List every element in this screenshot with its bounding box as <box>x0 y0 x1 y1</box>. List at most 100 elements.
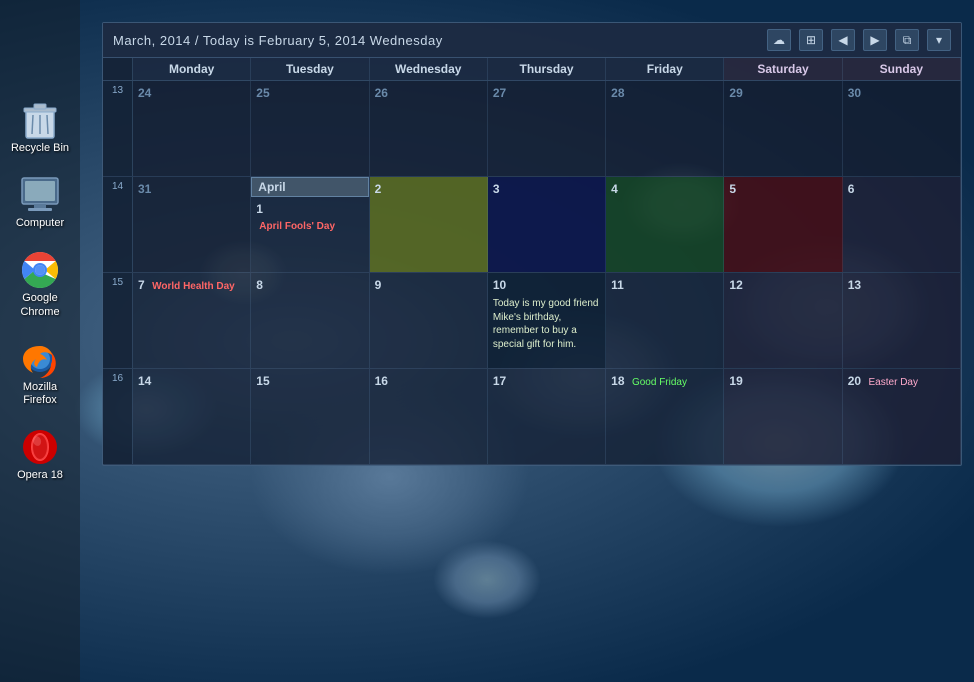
window-icon: ⧉ <box>903 33 912 48</box>
date-apr4: 4 <box>611 182 618 196</box>
date-30: 30 <box>848 86 861 100</box>
week-num-13: 13 <box>103 81 133 176</box>
cal-cell-feb25[interactable]: 25 <box>251 81 369 176</box>
date-apr2: 2 <box>375 182 382 196</box>
next-button[interactable]: ▶ <box>863 29 887 51</box>
date-apr18: 18 <box>611 374 624 388</box>
cal-cell-apr18[interactable]: 18 Good Friday <box>606 369 724 464</box>
date-apr10: 10 <box>493 278 506 292</box>
computer-graphic <box>20 175 60 215</box>
date-apr16: 16 <box>375 374 388 388</box>
date-feb24: 24 <box>138 86 151 100</box>
cal-cell-apr16[interactable]: 16 <box>370 369 488 464</box>
event-world-health-day: World Health Day <box>149 280 238 293</box>
taskbar: Recycle Bin Computer <box>0 0 80 682</box>
event-mike-birthday: Today is my good friend Mike's birthday,… <box>493 297 600 351</box>
cal-cell-apr15[interactable]: 15 <box>251 369 369 464</box>
cal-cell-apr3[interactable]: 3 <box>488 177 606 272</box>
calendar-widget: March, 2014 / Today is February 5, 2014 … <box>102 22 962 466</box>
firefox-label: Mozilla Firefox <box>6 381 74 407</box>
opera-icon[interactable]: Opera 18 <box>6 427 74 482</box>
date-apr6: 6 <box>848 182 855 196</box>
next-icon: ▶ <box>870 33 879 47</box>
cal-cell-apr17[interactable]: 17 <box>488 369 606 464</box>
firefox-graphic <box>20 339 60 379</box>
header-saturday: Saturday <box>724 58 842 80</box>
week-num-16: 16 <box>103 369 133 464</box>
opera-graphic <box>20 427 60 467</box>
header-friday: Friday <box>606 58 724 80</box>
cal-cell-mar2-prev[interactable]: 30 <box>843 81 961 176</box>
cal-cell-apr2[interactable]: 2 <box>370 177 488 272</box>
date-feb25: 25 <box>256 86 269 100</box>
date-apr8: 8 <box>256 278 263 292</box>
date-apr14: 14 <box>138 374 151 388</box>
date-apr15: 15 <box>256 374 269 388</box>
recycle-bin-label: Recycle Bin <box>11 142 69 155</box>
chrome-graphic <box>20 250 60 290</box>
chrome-label: Google Chrome <box>6 292 74 318</box>
date-29: 29 <box>729 86 742 100</box>
header-thursday: Thursday <box>488 58 606 80</box>
grid-button[interactable]: ⊞ <box>799 29 823 51</box>
cal-cell-apr12[interactable]: 12 <box>724 273 842 368</box>
recycle-bin-icon[interactable]: Recycle Bin <box>6 100 74 155</box>
cal-cell-apr9[interactable]: 9 <box>370 273 488 368</box>
date-mar31: 31 <box>138 182 151 196</box>
menu-button[interactable]: ▾ <box>927 29 951 51</box>
cal-cell-apr5[interactable]: 5 <box>724 177 842 272</box>
window-button[interactable]: ⧉ <box>895 29 919 51</box>
cal-cell-feb28[interactable]: 28 <box>606 81 724 176</box>
date-apr9: 9 <box>375 278 382 292</box>
cal-cell-apr1[interactable]: April 1 April Fools' Day <box>251 177 369 272</box>
cal-cell-apr20[interactable]: 20 Easter Day <box>843 369 961 464</box>
week-num-15: 15 <box>103 273 133 368</box>
cal-cell-apr10[interactable]: 10 Today is my good friend Mike's birthd… <box>488 273 606 368</box>
date-feb27: 27 <box>493 86 506 100</box>
cal-cell-apr4[interactable]: 4 <box>606 177 724 272</box>
cal-cell-apr11[interactable]: 11 <box>606 273 724 368</box>
calendar-days-header: Monday Tuesday Wednesday Thursday Friday… <box>103 58 961 81</box>
header-sunday: Sunday <box>843 58 961 80</box>
grid-icon: ⊞ <box>806 33 816 47</box>
date-apr3: 3 <box>493 182 500 196</box>
cal-cell-mar1-prev[interactable]: 29 <box>724 81 842 176</box>
cal-cell-feb26[interactable]: 26 <box>370 81 488 176</box>
computer-icon[interactable]: Computer <box>6 175 74 230</box>
cal-cell-apr19[interactable]: 19 <box>724 369 842 464</box>
date-apr1: 1 <box>256 202 363 216</box>
event-easter-day: Easter Day <box>866 376 921 389</box>
cal-cell-feb24[interactable]: 24 <box>133 81 251 176</box>
cal-cell-apr14[interactable]: 14 <box>133 369 251 464</box>
cal-cell-mar31[interactable]: 31 <box>133 177 251 272</box>
prev-button[interactable]: ◀ <box>831 29 855 51</box>
calendar-row-week14: 14 31 April 1 April Fools' Day 2 3 4 <box>103 177 961 273</box>
cloud-button[interactable]: ☁ <box>767 29 791 51</box>
event-good-friday: Good Friday <box>629 376 690 389</box>
week-num-14: 14 <box>103 177 133 272</box>
header-monday: Monday <box>133 58 251 80</box>
date-apr7: 7 <box>138 278 145 292</box>
calendar-row-week15: 15 7 World Health Day 8 9 10 Today is my… <box>103 273 961 369</box>
cal-cell-apr7[interactable]: 7 World Health Day <box>133 273 251 368</box>
cal-cell-apr6[interactable]: 6 <box>843 177 961 272</box>
menu-icon: ▾ <box>936 33 942 47</box>
calendar-header: March, 2014 / Today is February 5, 2014 … <box>103 23 961 58</box>
cal-cell-feb27[interactable]: 27 <box>488 81 606 176</box>
date-feb28: 28 <box>611 86 624 100</box>
cal-cell-apr8[interactable]: 8 <box>251 273 369 368</box>
google-chrome-icon[interactable]: Google Chrome <box>6 250 74 318</box>
cal-cell-apr13[interactable]: 13 <box>843 273 961 368</box>
event-april-fools: April Fools' Day <box>256 220 338 233</box>
calendar-controls: ☁ ⊞ ◀ ▶ ⧉ ▾ <box>767 29 951 51</box>
date-apr5: 5 <box>729 182 736 196</box>
week-num-header <box>103 58 133 80</box>
header-tuesday: Tuesday <box>251 58 369 80</box>
header-wednesday: Wednesday <box>370 58 488 80</box>
firefox-icon[interactable]: Mozilla Firefox <box>6 339 74 407</box>
cloud-icon: ☁ <box>773 33 785 47</box>
calendar-title: March, 2014 / Today is February 5, 2014 … <box>113 33 443 48</box>
opera-label: Opera 18 <box>17 469 63 482</box>
date-apr11: 11 <box>611 278 624 292</box>
date-apr17: 17 <box>493 374 506 388</box>
